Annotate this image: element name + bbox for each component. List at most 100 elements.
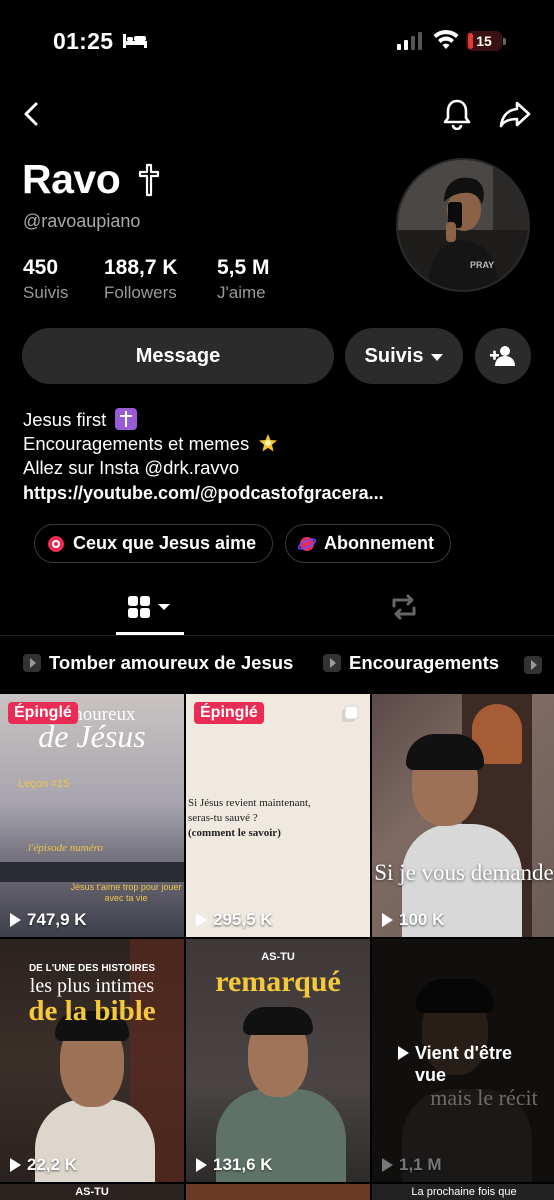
view-count-value: 1,1 M bbox=[399, 1155, 442, 1174]
battery-percent: 15 bbox=[476, 33, 492, 49]
video-tile[interactable]: AS-TU bbox=[0, 1184, 184, 1200]
play-icon bbox=[382, 1158, 393, 1172]
avatar[interactable]: PRAY bbox=[396, 158, 530, 292]
pinned-badge: Épinglé bbox=[8, 702, 78, 724]
video-caption: mais le récit bbox=[430, 1085, 538, 1110]
recently-watched: Vient d'être vue bbox=[398, 1042, 545, 1086]
glowing-star-emoji-icon bbox=[259, 434, 278, 452]
profile-name: Ravo bbox=[22, 156, 121, 202]
playlist-more[interactable] bbox=[524, 656, 554, 674]
bio-line-2: Encouragements et memes bbox=[23, 432, 279, 455]
bio-link[interactable]: https://youtube.com/@podcastofgracera... bbox=[23, 483, 384, 504]
add-friend-button[interactable] bbox=[475, 328, 531, 384]
video-title: de la bible bbox=[28, 995, 156, 1027]
chip-ceux-que-jesus-aime[interactable]: Ceux que Jesus aime bbox=[34, 524, 273, 563]
back-arrow-icon[interactable] bbox=[20, 100, 44, 128]
bio-line-1: Jesus first bbox=[23, 408, 138, 431]
video-top-text: AS-TU bbox=[261, 951, 295, 963]
video-top-text: La prochaine fois que bbox=[411, 1186, 517, 1198]
tab-videos[interactable] bbox=[116, 584, 184, 634]
view-count-value: 22,2 K bbox=[27, 1155, 78, 1174]
playlist-label: Tomber amoureux de Jesus bbox=[49, 652, 294, 673]
wifi-icon bbox=[433, 29, 459, 49]
view-count-value: 295,5 K bbox=[213, 910, 273, 929]
stat-followers[interactable]: 188,7 K Followers bbox=[104, 256, 178, 303]
bio-text: Jesus first bbox=[23, 409, 107, 430]
notification-bell-icon[interactable] bbox=[442, 98, 472, 130]
group-chat-icon bbox=[48, 535, 64, 552]
view-count: 100 K bbox=[382, 910, 444, 930]
video-caption: Jésus t'aime trop pour jouer avec ta vie bbox=[70, 882, 182, 903]
message-button[interactable]: Message bbox=[22, 328, 334, 384]
playlist-tomber-amoureux[interactable]: Tomber amoureux de Jesus bbox=[23, 652, 293, 674]
stat-likes: 5,5 M J'aime bbox=[217, 256, 270, 303]
view-count-value: 100 K bbox=[399, 910, 445, 929]
video-tile[interactable] bbox=[186, 1184, 370, 1200]
view-count: 131,6 K bbox=[196, 1155, 273, 1175]
bio-text: Encouragements et memes bbox=[23, 433, 250, 454]
video-tile[interactable]: La prochaine fois que bbox=[372, 1184, 554, 1200]
playlist-icon bbox=[23, 654, 41, 672]
video-title: remarqué bbox=[215, 965, 341, 998]
stat-label: Suivis bbox=[23, 283, 69, 302]
playlist-encouragements[interactable]: Encouragements bbox=[323, 652, 499, 674]
view-count: 747,9 K bbox=[10, 910, 87, 930]
play-icon bbox=[196, 1158, 207, 1172]
status-time: 01:25 bbox=[53, 28, 114, 54]
view-count-value: 131,6 K bbox=[213, 1155, 273, 1174]
view-count-value: 747,9 K bbox=[27, 910, 87, 929]
video-text-line-3: (comment le savoir) bbox=[188, 827, 281, 839]
pinned-badge: Épinglé bbox=[194, 702, 264, 724]
cross-icon bbox=[138, 163, 160, 197]
svg-text:PRAY: PRAY bbox=[470, 260, 494, 270]
play-icon bbox=[398, 1046, 409, 1060]
play-icon bbox=[10, 1158, 21, 1172]
chip-label: Ceux que Jesus aime bbox=[73, 533, 257, 553]
chip-label: Abonnement bbox=[324, 533, 434, 553]
repost-icon[interactable] bbox=[388, 592, 420, 622]
view-count: 22,2 K bbox=[10, 1155, 77, 1175]
following-dropdown-button[interactable]: Suivis bbox=[345, 328, 463, 384]
video-top-text: AS-TU bbox=[75, 1186, 109, 1198]
battery-indicator: 15 bbox=[466, 31, 508, 53]
chip-abonnement[interactable]: Abonnement bbox=[285, 524, 451, 563]
video-text-line-1: Si Jésus revient maintenant, bbox=[188, 797, 311, 809]
stat-following[interactable]: 450 Suivis bbox=[23, 256, 68, 303]
video-tile[interactable]: Si Jésus revient maintenant, seras-tu sa… bbox=[186, 694, 370, 937]
video-top-text: DE L'UNE DES HISTOIRES bbox=[28, 963, 156, 974]
add-user-icon bbox=[490, 346, 515, 366]
tab-divider bbox=[0, 635, 554, 636]
bio-line-3: Allez sur Insta @drk.ravvo bbox=[23, 457, 240, 478]
play-icon bbox=[382, 913, 393, 927]
chevron-down-icon bbox=[431, 353, 444, 361]
playlist-icon bbox=[323, 654, 341, 672]
play-icon bbox=[196, 913, 207, 927]
playlist-label: Encouragements bbox=[349, 652, 500, 673]
subscription-icon bbox=[298, 536, 316, 551]
video-tile[interactable]: DE L'UNE DES HISTOIRES les plus intimes … bbox=[0, 939, 184, 1182]
stat-label: Followers bbox=[104, 283, 177, 302]
stat-label: J'aime bbox=[217, 283, 266, 302]
video-tile[interactable]: er amoureux de Jésus Leçon #15 l'épisode… bbox=[0, 694, 184, 937]
stat-value: 5,5 M bbox=[217, 256, 270, 279]
sleep-bed-icon bbox=[123, 34, 147, 48]
profile-handle: @ravoaupiano bbox=[23, 211, 141, 231]
play-icon bbox=[10, 913, 21, 927]
avatar-photo: PRAY bbox=[398, 160, 528, 290]
following-button-label: Suivis bbox=[364, 344, 424, 367]
recently-watched-label: Vient d'être vue bbox=[415, 1043, 512, 1085]
view-count: 1,1 M bbox=[382, 1155, 442, 1175]
cellular-signal-icon bbox=[397, 32, 422, 50]
video-tile[interactable]: Si je vous demande 100 K bbox=[372, 694, 554, 937]
message-button-label: Message bbox=[135, 344, 221, 367]
carousel-icon bbox=[342, 705, 359, 722]
share-arrow-icon[interactable] bbox=[498, 99, 532, 129]
video-lesson: Leçon #15 bbox=[18, 778, 70, 790]
video-tile[interactable]: Vient d'être vue mais le récit 1,1 M bbox=[372, 939, 554, 1182]
stat-value: 450 bbox=[23, 256, 59, 279]
video-text-line-2: seras-tu sauvé ? bbox=[188, 812, 258, 824]
video-tile[interactable]: AS-TU remarqué 131,6 K bbox=[186, 939, 370, 1182]
stat-value: 188,7 K bbox=[104, 256, 178, 279]
view-count: 295,5 K bbox=[196, 910, 273, 930]
video-caption: Si je vous demande bbox=[374, 860, 554, 885]
